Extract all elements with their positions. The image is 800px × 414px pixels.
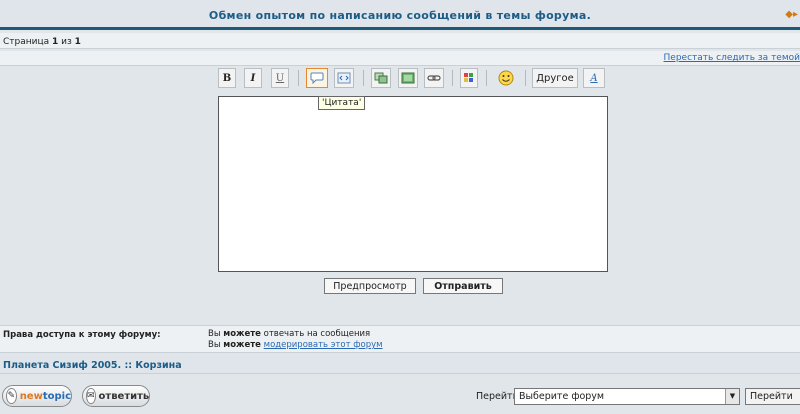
quote-icon [310,72,324,84]
permission-bold: можете [223,340,261,350]
italic-icon: I [250,72,256,84]
color-icon [464,73,473,82]
toolbar-divider [486,70,487,86]
pager-bar: Страница 1 из 1 [0,33,800,49]
chevron-down-icon: ▼ [725,389,739,404]
moderate-forum-link[interactable]: модерировать этот форум [264,340,383,350]
toolbar-divider [452,70,453,86]
breadcrumb-separator: :: [124,360,133,371]
reply-icon: ✉ [86,388,96,404]
topic-title: Обмен опытом по написанию сообщений в те… [208,9,592,22]
breadcrumb-site-link[interactable]: Планета Сизиф 2005. [3,360,121,371]
new-topic-button[interactable]: ✎ newtopic [2,385,72,407]
bold-icon: B [222,72,232,84]
topic-header: Обмен опытом по написанию сообщений в те… [0,0,800,30]
page-indicator: Страница 1 из 1 [3,37,81,47]
arrow-right-icon[interactable]: ◆▸ [785,9,798,20]
new-topic-label: newtopic [19,390,71,402]
font-icon: A [590,72,598,84]
code-button[interactable] [334,68,354,88]
underline-icon: U [275,72,285,84]
bold-button[interactable]: B [218,68,236,88]
permission-line: Вы можете отвечать на сообщения [208,329,383,340]
permission-bold: можете [223,329,261,339]
quote-button[interactable] [306,68,328,88]
smiley-icon [498,70,514,86]
quote-tooltip: 'Цитата' [318,96,366,110]
font-button[interactable]: A [583,68,605,88]
link-button[interactable] [424,68,444,88]
toolbar-divider [298,70,299,86]
forum-jump-value: Выберите форум [519,391,605,402]
permission-prefix: Вы [208,340,221,350]
watch-bar: Перестать следить за темой [0,51,800,66]
unwatch-topic-link[interactable]: Перестать следить за темой [664,53,800,63]
preview-button[interactable]: Предпросмотр [324,278,416,294]
permission-line: Вы можете модерировать этот форум [208,340,383,351]
pager-prefix: Страница [3,37,50,47]
pager-total: 1 [74,37,81,47]
reply-button[interactable]: ✉ ответить [82,385,150,407]
breadcrumb: Планета Сизиф 2005. :: Корзина [3,360,182,371]
breadcrumb-section-link[interactable]: Корзина [135,360,181,371]
image-icon [374,72,388,84]
permission-text: отвечать на сообщения [263,329,371,339]
link-icon [427,75,441,81]
italic-button[interactable]: I [244,68,262,88]
reply-label: ответить [98,390,150,402]
other-label: Другое [536,72,574,84]
permission-prefix: Вы [208,329,221,339]
toolbar-divider [363,70,364,86]
other-button[interactable]: Другое [532,68,578,88]
smiley-button[interactable] [496,68,516,88]
breadcrumb-bar: Планета Сизиф 2005. :: Корзина [0,356,800,374]
new-topic-icon: ✎ [6,388,17,404]
color-button[interactable] [460,68,478,88]
underline-button[interactable]: U [271,68,289,88]
permissions-label: Права доступа к этому форуму: [3,330,161,340]
pager-sep: из [61,37,72,47]
jump-go-button[interactable]: Перейти [745,388,800,405]
toolbar-divider [525,70,526,86]
image-button[interactable] [371,68,391,88]
submit-button[interactable]: Отправить [423,278,503,294]
pager-current: 1 [52,37,59,47]
code-icon [337,72,351,84]
permissions-panel: Права доступа к этому форуму: Вы можете … [0,325,800,353]
picture-button[interactable] [398,68,418,88]
picture-icon [401,72,415,84]
permissions-list: Вы можете отвечать на сообщения Вы может… [208,329,383,351]
forum-jump-select[interactable]: Выберите форум ▼ [514,388,740,405]
message-textarea[interactable] [218,96,608,272]
